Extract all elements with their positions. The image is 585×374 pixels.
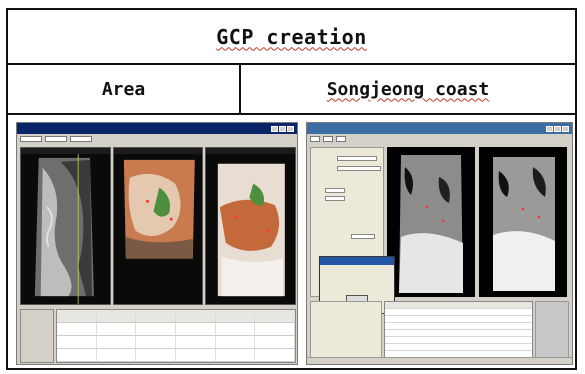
toolbar-field: [45, 136, 67, 142]
image-panes: [20, 147, 297, 305]
window-titlebar: [307, 123, 572, 134]
grayscale-satellite-image: [21, 153, 110, 304]
gcp-table: GCP creation Area Songjeong coast: [6, 8, 577, 370]
toolbar-button: [310, 136, 320, 142]
gcp-list-panel: [20, 309, 296, 363]
table-title: GCP creation: [216, 24, 367, 49]
window-buttons: [546, 125, 569, 132]
toolbar-field: [70, 136, 92, 142]
gcp-table-grid: [56, 309, 296, 363]
area-value-cell: Songjeong coast: [241, 65, 575, 113]
reference-coast-image: [479, 147, 567, 297]
window-toolbar: [17, 134, 297, 144]
gcp-table-grid: [384, 301, 533, 359]
maximize-icon: [554, 125, 561, 132]
gcp-tool-panel: [20, 309, 54, 363]
screenshots-row: [8, 115, 575, 370]
window-titlebar: [17, 123, 297, 134]
toolbar-field: [20, 136, 42, 142]
maximize-icon: [279, 125, 286, 132]
dialog-titlebar: [320, 257, 394, 265]
area-label-cell: Area: [8, 65, 241, 113]
close-icon: [287, 125, 294, 132]
window-buttons: [271, 125, 294, 132]
area-value: Songjeong coast: [326, 78, 490, 100]
gcp-manager-screenshot: [16, 122, 298, 365]
geometry-correction-screenshot: [306, 122, 573, 365]
gcp-options-panel: [310, 301, 382, 359]
color-image-pane: [112, 147, 204, 305]
close-icon: [562, 125, 569, 132]
toolbar-button: [336, 136, 346, 142]
overlay-image-pane: [205, 147, 297, 305]
minimize-icon: [546, 125, 553, 132]
area-label: Area: [101, 78, 146, 100]
reference-image-pane: [479, 147, 567, 297]
satellite-image-pane: [20, 147, 111, 305]
title-row: GCP creation: [8, 10, 575, 65]
status-bar: [307, 357, 572, 364]
grayscale-coast-image: [387, 147, 475, 297]
overlay-satellite-image: [206, 153, 296, 304]
color-satellite-image: [113, 153, 203, 304]
minimize-icon: [271, 125, 278, 132]
window-toolbar: [307, 134, 572, 144]
toolbar-button: [323, 136, 333, 142]
gcp-list-panel: [310, 301, 569, 359]
source-image-pane: [387, 147, 475, 297]
area-row: Area Songjeong coast: [8, 65, 575, 115]
preview-panel: [535, 301, 569, 359]
